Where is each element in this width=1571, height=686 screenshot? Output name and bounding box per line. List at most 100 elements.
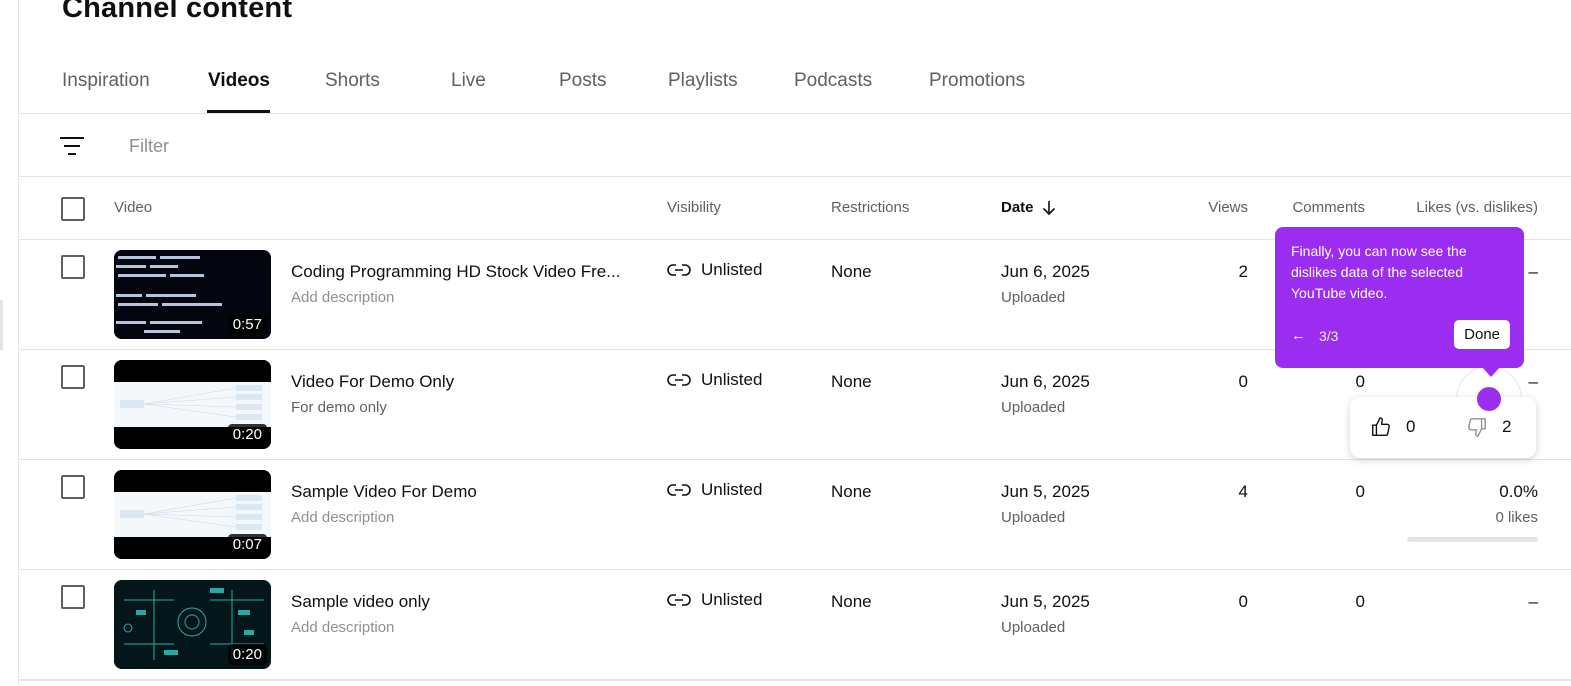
table-row[interactable]: 0:20 Sample video only Add description U… (19, 570, 1571, 680)
video-thumbnail[interactable]: 0:07 (114, 470, 271, 559)
filter-input[interactable] (129, 131, 529, 161)
row-checkbox[interactable] (61, 585, 85, 609)
video-description[interactable]: Add description (291, 509, 394, 526)
restrictions-cell: None (831, 262, 872, 281)
tab-podcasts[interactable]: Podcasts (794, 70, 872, 92)
restrictions-cell: None (831, 592, 872, 611)
tooltip-message: Finally, you can now see the dislikes da… (1291, 243, 1467, 301)
row-checkbox[interactable] (61, 255, 85, 279)
date-cell: Jun 5, 2025 (1001, 482, 1090, 501)
dislike-count[interactable]: 2 (1466, 416, 1511, 438)
video-thumbnail[interactable]: 0:20 (114, 580, 271, 669)
column-likes[interactable]: Likes (vs. dislikes) (1416, 199, 1538, 216)
views-cell: 4 (1238, 482, 1248, 501)
restrictions-cell: None (831, 372, 872, 391)
select-all-checkbox[interactable] (61, 197, 85, 221)
video-description[interactable]: Add description (291, 289, 394, 306)
views-cell: 0 (1238, 372, 1248, 391)
tab-videos[interactable]: Videos (208, 70, 270, 92)
tab-live[interactable]: Live (451, 70, 486, 92)
visibility-label: Unlisted (701, 590, 763, 609)
done-button[interactable]: Done (1454, 320, 1510, 349)
likes-cell: 0.0% (1499, 482, 1538, 501)
back-arrow-icon[interactable]: ← (1291, 327, 1306, 344)
visibility-cell[interactable]: Unlisted (667, 370, 762, 390)
filter-icon[interactable] (59, 135, 85, 157)
likes-dislikes-popover: 0 2 (1350, 397, 1536, 458)
video-title[interactable]: Sample Video For Demo (291, 482, 477, 502)
column-comments[interactable]: Comments (1292, 199, 1365, 216)
tab-playlists[interactable]: Playlists (668, 70, 738, 92)
tab-shorts[interactable]: Shorts (325, 70, 380, 92)
date-cell: Jun 6, 2025 (1001, 262, 1090, 281)
tab-posts[interactable]: Posts (559, 70, 607, 92)
dislike-count-value: 2 (1502, 417, 1512, 436)
column-video: Video (114, 199, 153, 216)
column-restrictions[interactable]: Restrictions (831, 199, 909, 216)
onboarding-beacon[interactable] (1477, 387, 1501, 411)
column-date[interactable]: Date (1001, 199, 1056, 216)
video-duration: 0:20 (227, 424, 267, 445)
left-rail (0, 0, 19, 686)
date-cell: Jun 5, 2025 (1001, 592, 1090, 611)
column-date-label: Date (1001, 199, 1034, 216)
sort-down-arrow-icon (1042, 200, 1055, 215)
upload-status: Uploaded (1001, 509, 1066, 526)
restrictions-cell: None (831, 482, 872, 501)
link-icon (667, 374, 691, 386)
thumbs-down-icon (1468, 418, 1486, 437)
date-cell: Jun 6, 2025 (1001, 372, 1090, 391)
likes-ratio-bar (1407, 537, 1538, 542)
comments-cell: 0 (1355, 372, 1365, 391)
visibility-cell[interactable]: Unlisted (667, 480, 762, 500)
table-row[interactable]: 0:07 Sample Video For Demo Add descripti… (19, 460, 1571, 570)
table-bottom-divider (19, 680, 1571, 681)
row-checkbox[interactable] (61, 475, 85, 499)
video-title[interactable]: Sample video only (291, 592, 430, 612)
video-thumbnail[interactable]: 0:20 (114, 360, 271, 449)
upload-status: Uploaded (1001, 289, 1066, 306)
upload-status: Uploaded (1001, 399, 1066, 416)
video-duration: 0:20 (227, 644, 267, 665)
link-icon (667, 264, 691, 276)
video-duration: 0:57 (227, 314, 267, 335)
comments-cell: 0 (1355, 592, 1365, 611)
like-count[interactable]: 0 (1370, 416, 1415, 438)
visibility-label: Unlisted (701, 480, 763, 499)
visibility-label: Unlisted (701, 260, 763, 279)
tab-inspiration[interactable]: Inspiration (62, 70, 150, 92)
video-description[interactable]: For demo only (291, 399, 387, 416)
likes-count: 0 likes (1495, 509, 1538, 526)
visibility-cell[interactable]: Unlisted (667, 260, 762, 280)
video-title[interactable]: Coding Programming HD Stock Video Fre... (291, 262, 620, 282)
comments-cell: 0 (1355, 482, 1365, 501)
likes-cell: – (1528, 592, 1538, 611)
video-description[interactable]: Add description (291, 619, 394, 636)
video-thumbnail[interactable]: 0:57 (114, 250, 271, 339)
views-cell: 0 (1238, 592, 1248, 611)
thumbs-up-icon (1372, 417, 1390, 436)
like-count-value: 0 (1406, 417, 1416, 436)
tooltip-step-counter: 3/3 (1319, 328, 1339, 344)
tab-bar: Inspiration Videos Shorts Live Posts Pla… (19, 60, 1571, 114)
likes-cell: – (1528, 262, 1538, 281)
active-tab-indicator (207, 110, 270, 113)
link-icon (667, 594, 691, 606)
video-title[interactable]: Video For Demo Only (291, 372, 454, 392)
column-visibility[interactable]: Visibility (667, 199, 721, 216)
views-cell: 2 (1238, 262, 1248, 281)
video-duration: 0:07 (227, 534, 267, 555)
rail-divider (0, 300, 3, 350)
link-icon (667, 484, 691, 496)
tab-promotions[interactable]: Promotions (929, 70, 1025, 92)
likes-cell: – (1528, 372, 1538, 391)
onboarding-tooltip: Finally, you can now see the dislikes da… (1275, 227, 1524, 368)
tooltip-pointer (1482, 367, 1500, 377)
page-title: Channel content (62, 0, 293, 24)
filter-bar (19, 115, 1571, 177)
visibility-label: Unlisted (701, 370, 763, 389)
column-views[interactable]: Views (1208, 199, 1248, 216)
upload-status: Uploaded (1001, 619, 1066, 636)
row-checkbox[interactable] (61, 365, 85, 389)
visibility-cell[interactable]: Unlisted (667, 590, 762, 610)
